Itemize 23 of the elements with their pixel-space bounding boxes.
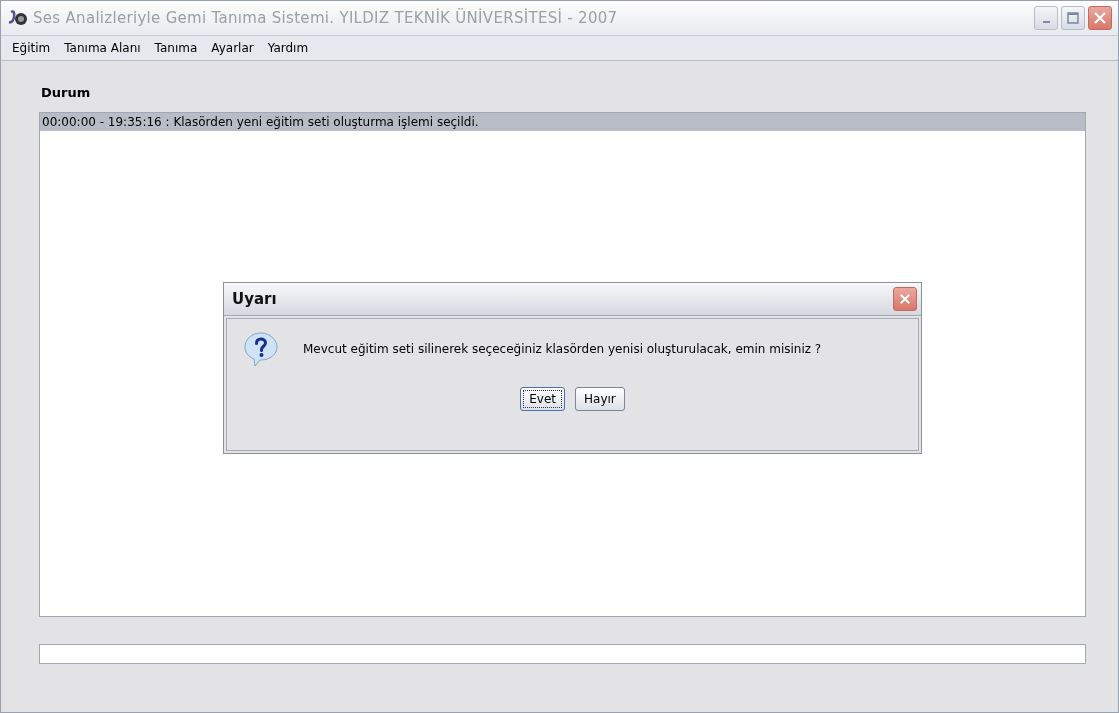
menu-item[interactable]: Eğitim: [5, 41, 58, 55]
menu-item[interactable]: Tanıma: [147, 41, 205, 55]
close-icon: [899, 293, 911, 305]
question-icon: [243, 331, 279, 367]
dialog-button[interactable]: Hayır: [575, 387, 625, 411]
log-entry[interactable]: 00:00:00 - 19:35:16 : Klasörden yeni eğitim seti oluşturma işlemi seçildi.: [40, 113, 1085, 131]
minimize-button[interactable]: [1034, 6, 1058, 30]
close-button[interactable]: [893, 287, 917, 311]
minimize-icon: [1042, 21, 1050, 23]
text-field[interactable]: [39, 644, 1086, 664]
maximize-icon: [1067, 12, 1079, 24]
dialog-title: Uyarı: [232, 290, 277, 308]
menu-item[interactable]: Ayarlar: [204, 41, 261, 55]
close-icon: [1093, 11, 1107, 25]
window-title: Ses Analizleriyle Gemi Tanıma Sistemi. YILDIZ TEKNİK ÜNİVERSİTESİ - 2007: [33, 9, 618, 27]
app-logo-icon: [7, 9, 29, 27]
menu-item[interactable]: Tanıma Alanı: [57, 41, 148, 55]
menu-item[interactable]: Yardım: [260, 41, 316, 55]
maximize-button[interactable]: [1061, 6, 1085, 30]
status-label: Durum: [41, 85, 92, 100]
close-button[interactable]: [1088, 6, 1112, 30]
dialog-message: Mevcut eğitim seti silinerek seçeceğiniz klasörden yenisi oluşturulacak, emin misiniz ?: [303, 342, 822, 356]
dialog-button[interactable]: Evet: [520, 387, 565, 411]
